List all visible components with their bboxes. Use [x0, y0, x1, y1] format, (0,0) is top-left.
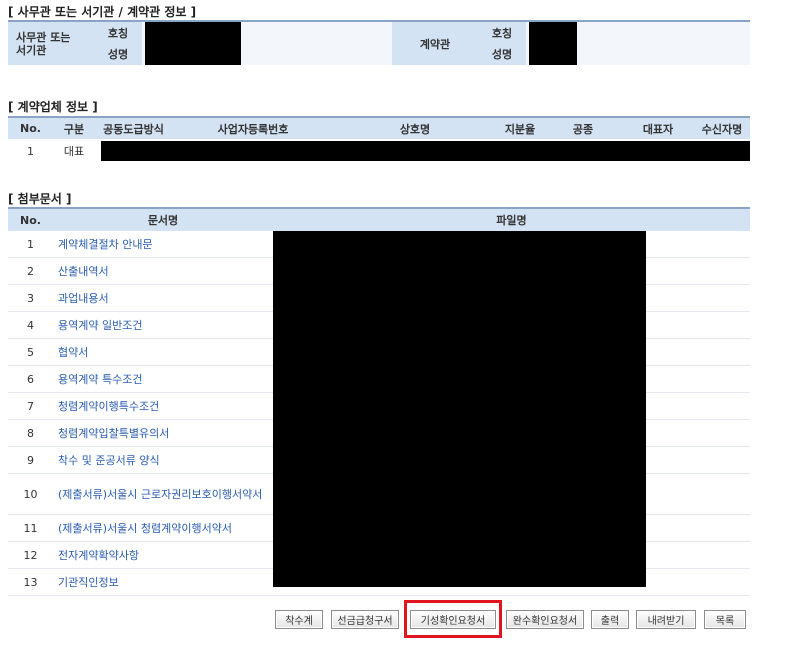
list-button[interactable]: 목록 — [704, 610, 746, 629]
attachments-header-row: No. 문서명 파일명 — [8, 207, 750, 231]
row-number: 2 — [27, 264, 34, 278]
completion-confirm-button[interactable]: 완수확인요청서 — [506, 610, 584, 629]
col-header: 지분율 — [504, 122, 536, 136]
col-header: 문서명 — [147, 214, 179, 227]
col-header: 공종 — [572, 122, 594, 136]
highlight-box — [404, 600, 502, 638]
contract-info-table: 사무관 또는 서기관 호칭 계약관 호칭 성명 성명 — [8, 20, 750, 65]
document-link[interactable]: 과업내용서 — [53, 292, 273, 305]
redacted-block — [529, 22, 577, 44]
col-header: 사업자등록번호 — [217, 122, 289, 136]
row-number: 1 — [27, 237, 34, 251]
document-link[interactable]: 협약서 — [53, 346, 273, 359]
row-number: 9 — [27, 453, 34, 467]
attachments-section-title: [ 첨부문서 ] — [8, 192, 72, 206]
contractor-title-label: 호칭 — [478, 21, 526, 43]
col-header: 공동도급방식 — [103, 122, 164, 136]
document-link[interactable]: 기관직인정보 — [53, 576, 273, 589]
row-number: 4 — [27, 318, 34, 332]
row-number: 3 — [27, 291, 34, 305]
company-section-title: [ 계약업체 정보 ] — [8, 100, 98, 114]
officer-name-value — [142, 43, 392, 65]
advance-payment-button[interactable]: 선금급청구서 — [331, 610, 399, 629]
download-button[interactable]: 내려받기 — [636, 610, 696, 629]
document-link[interactable]: (제출서류)서울시 근로자권리보호이행서약서 — [53, 488, 273, 501]
col-header: No. — [20, 122, 41, 135]
col-header: 파일명 — [496, 214, 527, 227]
attachments-table: No. 문서명 파일명 1 계약체결절차 안내문 2 산출내역서 3 과업내용서 4 용역계약… — [8, 207, 750, 596]
document-link[interactable]: 전자계약확약사항 — [53, 549, 273, 562]
row-number: 12 — [23, 548, 38, 562]
col-header: 대표자 — [642, 122, 674, 136]
company-header-row: No. 구분 공동도급방식 사업자등록번호 상호명 지분율 공종 대표자 수신자… — [8, 117, 750, 139]
document-link[interactable]: 청렴계약이행특수조건 — [53, 400, 273, 413]
officer-label: 사무관 또는 서기관 — [8, 21, 94, 65]
redacted-block — [101, 141, 750, 161]
document-link[interactable]: 착수 및 준공서류 양식 — [53, 454, 273, 467]
row-number: 5 — [27, 345, 34, 359]
contractor-name-label: 성명 — [478, 43, 526, 65]
document-link[interactable]: 용역계약 일반조건 — [53, 319, 273, 332]
company-details-redacted — [95, 139, 750, 163]
contractor-name-value — [526, 43, 750, 65]
company-info-table: No. 구분 공동도급방식 사업자등록번호 상호명 지분율 공종 대표자 수신자… — [8, 116, 750, 163]
row-number: 1 — [27, 144, 34, 158]
redacted-filenames — [273, 231, 646, 587]
row-number: 7 — [27, 399, 34, 413]
col-header: No. — [20, 213, 41, 227]
start-report-button[interactable]: 착수계 — [275, 610, 323, 629]
redacted-block — [145, 43, 241, 65]
document-link[interactable]: 청렴계약입찰특별유의서 — [53, 427, 273, 440]
officer-name-label: 성명 — [94, 43, 142, 65]
row-number: 6 — [27, 372, 34, 386]
col-header: 수신자명 — [701, 122, 743, 136]
contractor-title-value — [526, 21, 750, 44]
contract-section-title: [ 사무관 또는 서기관 / 계약관 정보 ] — [8, 5, 197, 19]
contractor-label: 계약관 — [392, 21, 478, 65]
row-number: 13 — [23, 575, 38, 589]
row-type: 대표 — [63, 145, 85, 158]
officer-title-label: 호칭 — [94, 21, 142, 43]
redacted-block — [145, 22, 241, 44]
row-number: 8 — [27, 426, 34, 440]
col-header: 상호명 — [399, 122, 431, 136]
redacted-block — [529, 43, 577, 65]
col-header: 구분 — [63, 122, 85, 136]
row-number: 11 — [23, 521, 38, 535]
document-link[interactable]: 산출내역서 — [53, 265, 273, 278]
document-link[interactable]: 계약체결절차 안내문 — [53, 238, 273, 251]
table-row: 1 대표 — [8, 139, 750, 163]
document-link[interactable]: (제출서류)서울시 청렴계약이행서약서 — [53, 522, 273, 535]
officer-title-value — [142, 21, 392, 44]
print-button[interactable]: 출력 — [591, 610, 629, 629]
document-link[interactable]: 용역계약 특수조건 — [53, 373, 273, 386]
row-number: 10 — [23, 487, 38, 501]
